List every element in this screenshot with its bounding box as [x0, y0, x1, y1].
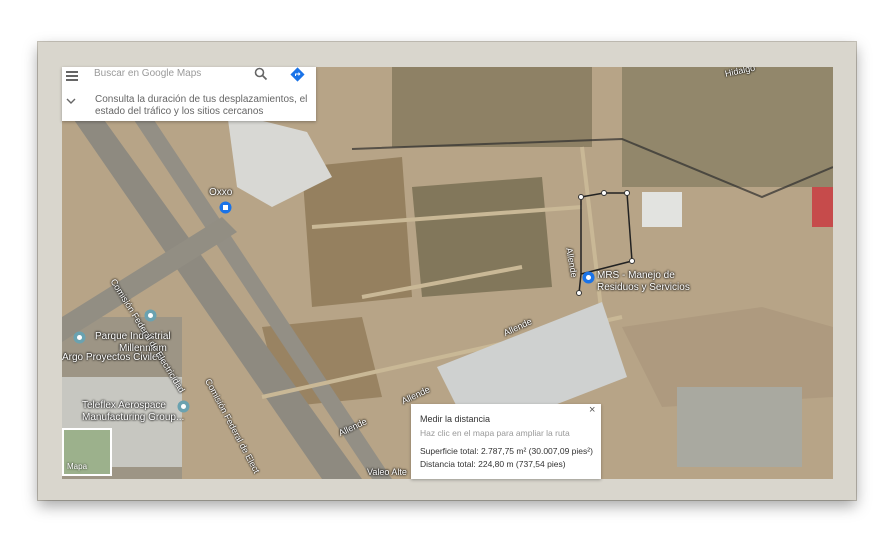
- directions-icon[interactable]: [290, 67, 305, 82]
- map-pin-icon[interactable]: [582, 271, 595, 284]
- measure-distance-card: Medir la distancia Haz clic en el mapa p…: [411, 404, 601, 479]
- commute-info-text[interactable]: Consulta la duración de tus desplazamien…: [95, 94, 310, 118]
- chevron-down-icon[interactable]: [66, 97, 76, 105]
- measure-area: Superficie total: 2.787,75 m² (30.007,09…: [420, 446, 593, 456]
- place-label-teleflex-line2[interactable]: Manufacturing Group...: [82, 412, 184, 423]
- search-input[interactable]: Buscar en Google Maps: [94, 68, 201, 79]
- layer-toggle-label: Mapa: [67, 462, 88, 471]
- measure-point[interactable]: [624, 190, 630, 196]
- place-label-argo[interactable]: Argo Proyectos Civiles: [62, 352, 163, 363]
- place-label-mrs-line2[interactable]: Residuos y Servicios: [597, 282, 690, 293]
- layer-toggle-button[interactable]: Mapa: [62, 428, 112, 476]
- close-icon[interactable]: ×: [589, 404, 595, 416]
- road-label-valeo: Valeo Alte: [367, 467, 407, 477]
- measure-point[interactable]: [576, 290, 582, 296]
- place-label-oxxo[interactable]: Oxxo: [209, 187, 232, 198]
- measure-point[interactable]: [601, 190, 607, 196]
- search-icon[interactable]: [254, 67, 268, 81]
- place-label-teleflex-line1[interactable]: Teleflex Aerospace: [82, 400, 166, 411]
- menu-icon[interactable]: [66, 71, 78, 81]
- measure-hint: Haz clic en el mapa para ampliar la ruta: [420, 428, 570, 438]
- search-panel: Buscar en Google Maps Consulta la duraci…: [62, 67, 316, 121]
- measure-point[interactable]: [629, 258, 635, 264]
- place-label-parque-line1[interactable]: Parque Industrial: [95, 331, 171, 342]
- place-label-mrs-line1[interactable]: MRS - Manejo de: [597, 270, 675, 281]
- map-pin-icon[interactable]: [144, 309, 157, 322]
- store-pin-icon[interactable]: [219, 201, 232, 214]
- measure-point[interactable]: [578, 194, 584, 200]
- map-pin-icon[interactable]: [73, 331, 86, 344]
- measure-distance: Distancia total: 224,80 m (737,54 pies): [420, 459, 566, 469]
- measure-title: Medir la distancia: [420, 414, 491, 424]
